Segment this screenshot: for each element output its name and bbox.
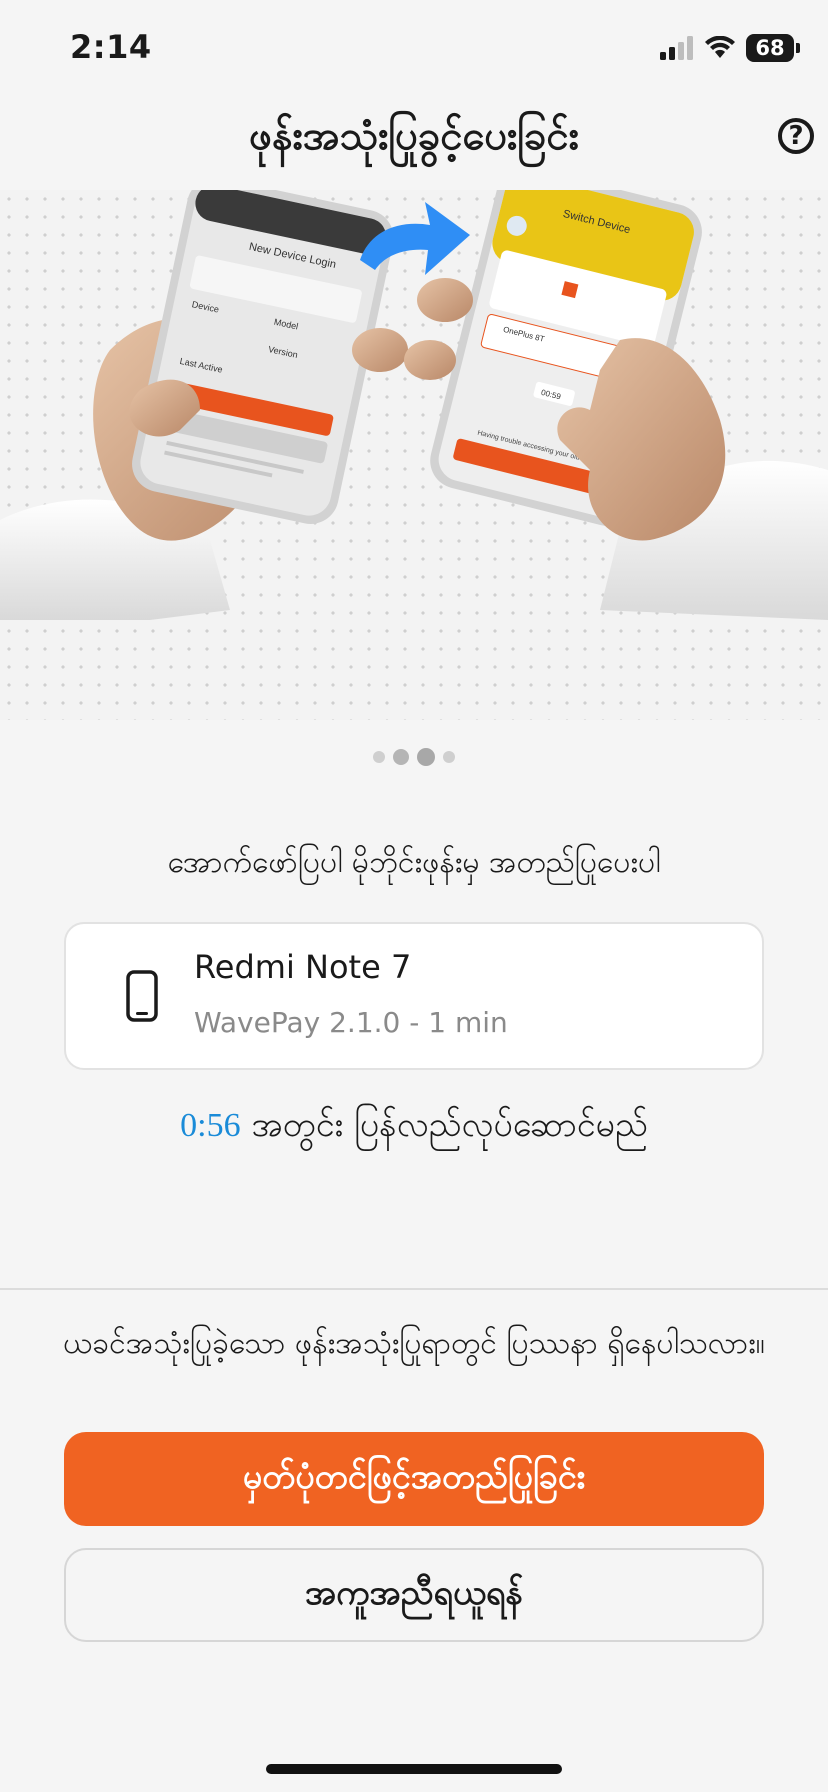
countdown-text: အတွင်း ပြန်လည်လုပ်ဆောင်မည် [251, 1105, 648, 1145]
countdown: 0:56 အတွင်း ပြန်လည်လုပ်ဆောင်မည် [0, 1102, 828, 1153]
page-dot[interactable] [373, 751, 385, 763]
trouble-text: ယခင်အသုံးပြုခဲ့သော ဖုန်းအသုံးပြုရာတွင် ပ… [63, 1326, 765, 1361]
countdown-time: 0:56 [180, 1107, 241, 1144]
device-meta: WavePay 2.1.0 - 1 min [194, 1006, 508, 1039]
get-help-button[interactable]: အကူအညီရယူရန် [64, 1548, 764, 1642]
wifi-icon [705, 36, 735, 58]
page-dot[interactable] [443, 751, 455, 763]
hero-illustration: New Device Login Device Model Version La… [0, 190, 828, 720]
status-bar: 2:14 68 [0, 0, 828, 100]
approve-prompt: အောက်ဖော်ပြပါ မိုဘိုင်းဖုန်းမှ အတည်ပြုပေ… [167, 845, 661, 880]
status-time: 2:14 [70, 28, 152, 66]
battery-icon: 68 [746, 34, 800, 62]
phone-switch-illustration: New Device Login Device Model Version La… [0, 190, 828, 620]
help-icon: ? [788, 121, 804, 151]
help-button[interactable]: ? [778, 118, 814, 154]
page-title: ဖုန်းအသုံးပြုခွင့်ပေးခြင်း [249, 113, 579, 159]
divider [0, 1288, 828, 1290]
home-indicator[interactable] [266, 1764, 562, 1774]
page-dot[interactable] [393, 749, 409, 765]
status-icons: 68 [660, 34, 800, 62]
page-dot-active[interactable] [417, 748, 435, 766]
device-card: Redmi Note 7 WavePay 2.1.0 - 1 min [64, 922, 764, 1070]
verify-with-nrc-button[interactable]: မှတ်ပုံတင်ဖြင့်အတည်ပြုခြင်း [64, 1432, 764, 1526]
signal-icon [660, 36, 693, 60]
device-name: Redmi Note 7 [194, 948, 412, 986]
smartphone-icon [126, 970, 158, 1022]
page-indicator [0, 748, 828, 766]
